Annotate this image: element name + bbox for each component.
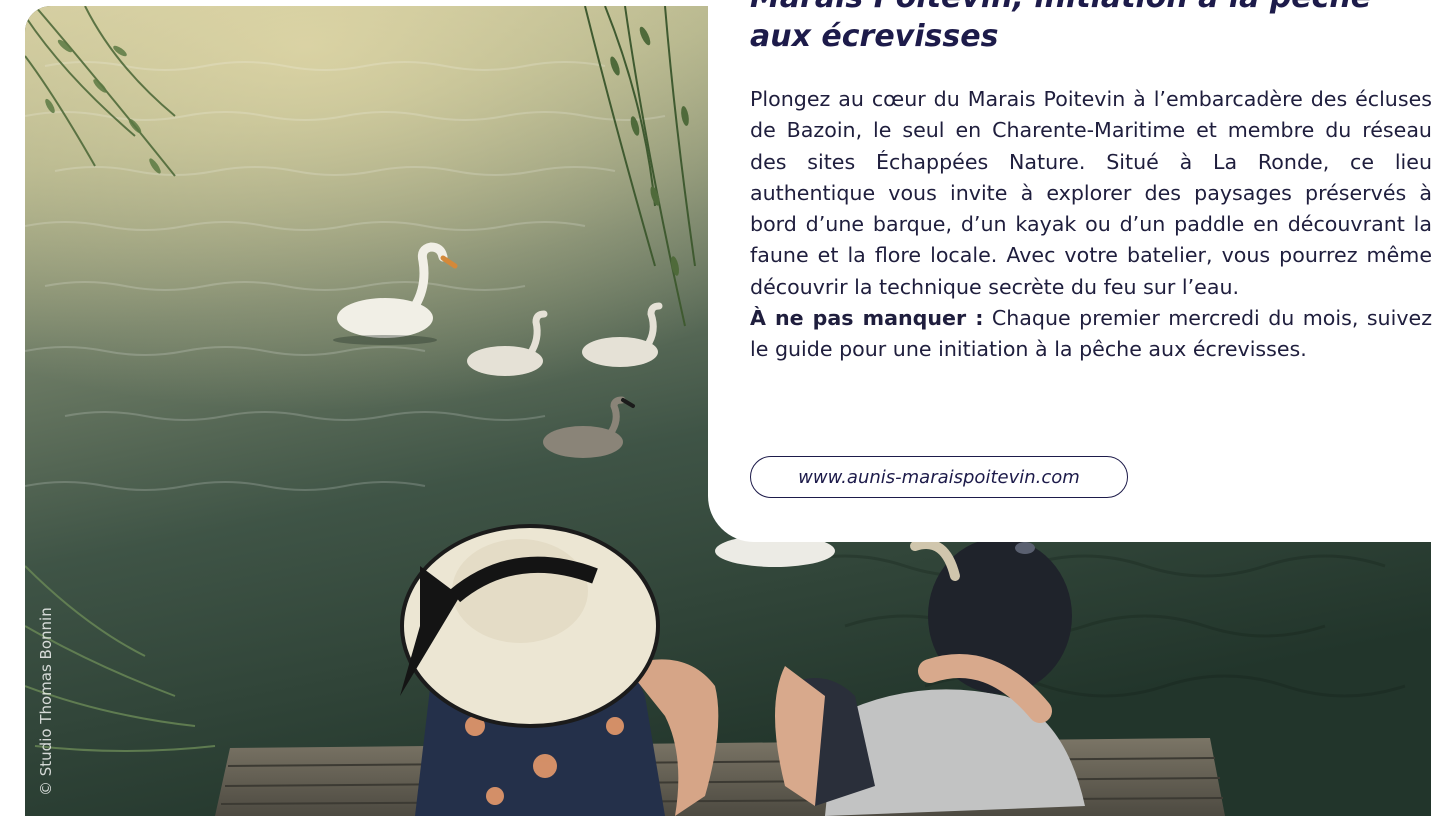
article-title: Marais Poitevin, initiation à la pêche a…: [750, 0, 1371, 54]
photo-credit: © Studio Thomas Bonnin: [37, 607, 55, 796]
highlight-label: À ne pas manquer :: [750, 306, 984, 331]
highlight-paragraph: À ne pas manquer : Chaque premier mercre…: [750, 303, 1432, 366]
article-paragraph: Plongez au cœur du Marais Poitevin à l’e…: [750, 87, 1432, 299]
website-link[interactable]: www.aunis-maraispoitevin.com: [750, 456, 1128, 498]
article-body: Plongez au cœur du Marais Poitevin à l’e…: [750, 84, 1432, 366]
page: Marais Poitevin, initiation à la pêche a…: [0, 0, 1449, 816]
